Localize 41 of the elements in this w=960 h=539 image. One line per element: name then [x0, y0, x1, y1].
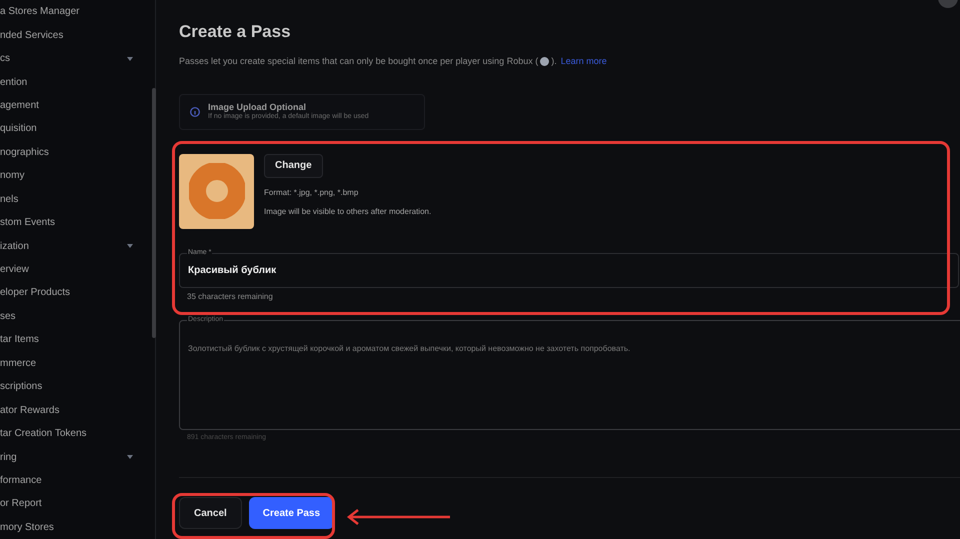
sidebar-item[interactable]: quisition — [0, 121, 37, 136]
bagel-drawing — [188, 163, 244, 219]
moderation-text: Image will be visible to others after moderation. — [264, 206, 432, 218]
description-value: Золотистый бублик с хрустящей корочкой и ароматом свежей выпечки, который невозможно не захотеть попробовать. — [188, 344, 630, 352]
caret-icon — [127, 56, 133, 61]
caret-icon — [127, 244, 133, 248]
cancel-button[interactable]: Cancel — [179, 497, 242, 529]
info-icon — [190, 106, 200, 116]
sidebar-item[interactable]: ses — [0, 308, 16, 324]
notice-title: Image Upload Optional — [208, 102, 308, 112]
sidebar-item[interactable]: a Stores Manager — [0, 4, 80, 20]
format-text: Format: *.jpg, *.png, *.bmp — [264, 186, 358, 198]
sidebar-item[interactable]: stom Events — [0, 215, 56, 230]
sidebar-item[interactable]: ring — [0, 450, 17, 465]
sidebar-item[interactable]: tar Creation Tokens — [0, 426, 87, 442]
sidebar-item[interactable]: nographics — [0, 144, 49, 160]
scrollbar-thumb[interactable] — [152, 88, 156, 338]
page-title: Create a Pass — [179, 22, 292, 42]
sidebar-item[interactable]: eloper Products — [0, 285, 70, 300]
sidebar-item[interactable]: ization — [0, 238, 29, 254]
sidebar-item[interactable]: ention — [0, 74, 28, 90]
name-value: Красивый бублик — [188, 264, 276, 278]
page-description-end: ). — [551, 55, 557, 68]
sidebar-item[interactable]: tar Items — [0, 332, 39, 348]
sidebar-item[interactable]: or Report — [0, 496, 42, 512]
page-description: Passes let you create special items that can only be bought once per player using Robux ( — [179, 55, 538, 68]
sidebar-item[interactable]: mmerce — [0, 356, 36, 371]
create-pass-button[interactable]: Create Pass — [248, 497, 334, 529]
sidebar-item[interactable]: nels — [0, 192, 18, 207]
sidebar-item[interactable]: nomy — [0, 168, 24, 184]
sidebar-item[interactable]: nded Services — [0, 28, 64, 43]
sidebar-item[interactable]: erview — [0, 262, 29, 278]
sidebar-item[interactable]: mory Stores — [0, 520, 54, 535]
caret-icon — [127, 455, 133, 460]
sidebar-item[interactable]: scriptions — [0, 379, 42, 394]
change-button[interactable]: Change — [264, 154, 323, 178]
sidebar-item[interactable]: agement — [0, 98, 39, 113]
sidebar-item[interactable]: ator Rewards — [0, 402, 60, 418]
sidebar-item[interactable]: cs — [0, 51, 10, 66]
sidebar-item[interactable]: formance — [0, 472, 42, 488]
name-remaining: 35 characters remaining — [187, 290, 274, 302]
